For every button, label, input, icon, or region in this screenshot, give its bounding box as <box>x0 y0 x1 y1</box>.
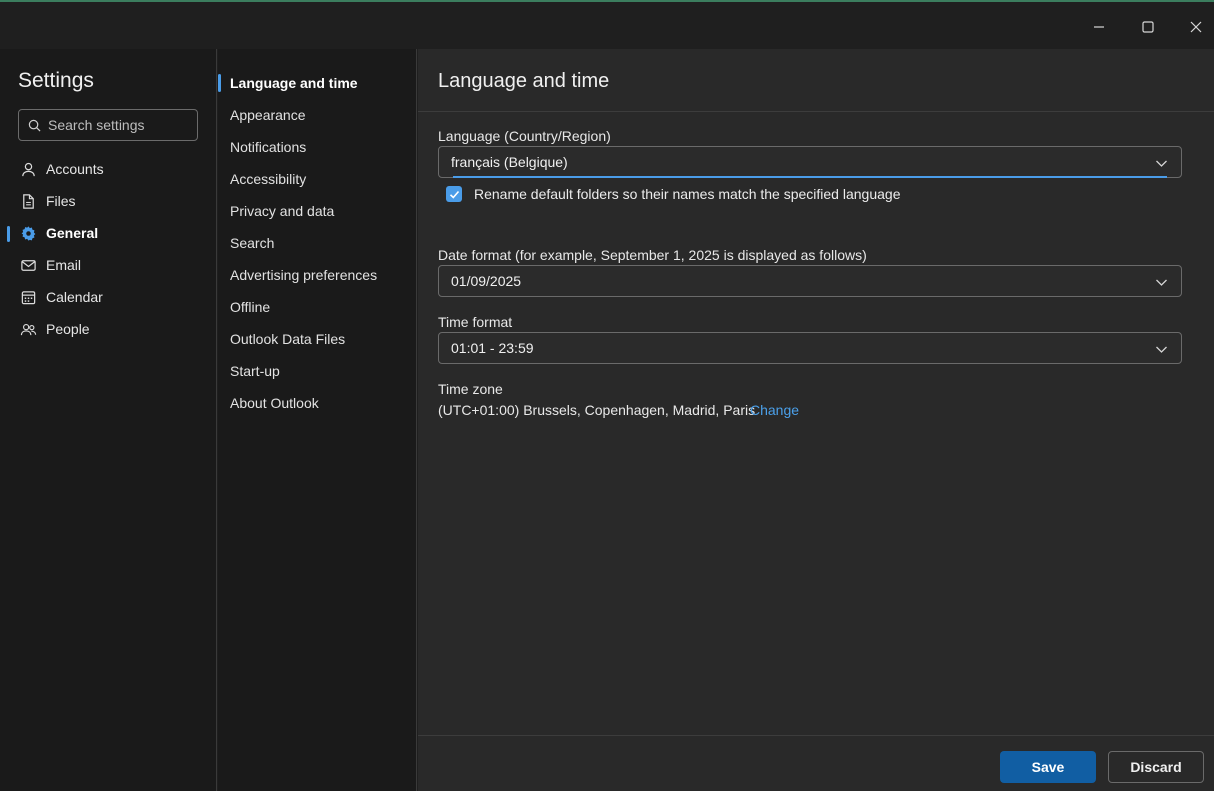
category-general[interactable]: General <box>0 219 217 247</box>
main-panel: Language and time Language (Country/Regi… <box>418 49 1214 791</box>
category-label: Email <box>46 257 82 273</box>
close-button[interactable] <box>1176 10 1214 44</box>
category-label: General <box>46 225 99 241</box>
time-zone-label: Time zone <box>438 381 503 397</box>
chevron-down-icon <box>1156 346 1167 353</box>
time-zone-value: (UTC+01:00) Brussels, Copenhagen, Madrid… <box>438 402 756 418</box>
language-label: Language (Country/Region) <box>438 128 611 144</box>
subnav-offline[interactable]: Offline <box>230 295 270 319</box>
category-label: Calendar <box>46 289 103 305</box>
mail-icon <box>19 256 37 274</box>
checkmark-icon <box>449 190 459 199</box>
category-accounts[interactable]: Accounts <box>0 155 217 183</box>
subnav-appearance[interactable]: Appearance <box>230 103 306 127</box>
general-subnav: Language and time Appearance Notificatio… <box>218 49 417 791</box>
category-people[interactable]: People <box>0 315 217 343</box>
date-format-dropdown[interactable]: 01/09/2025 <box>438 265 1182 297</box>
category-label: Accounts <box>46 161 104 177</box>
category-calendar[interactable]: Calendar <box>0 283 217 311</box>
file-icon <box>19 192 37 210</box>
search-box[interactable] <box>18 109 198 141</box>
person-icon <box>19 160 37 178</box>
subnav-notifications[interactable]: Notifications <box>230 135 306 159</box>
date-format-label: Date format (for example, September 1, 2… <box>438 247 867 263</box>
change-time-zone-link[interactable]: Change <box>750 402 799 418</box>
settings-title: Settings <box>18 69 94 92</box>
footer-bar: Save Discard <box>418 735 1214 791</box>
people-icon <box>19 320 37 338</box>
chevron-down-icon <box>1156 160 1167 167</box>
maximize-button[interactable] <box>1128 10 1168 44</box>
category-email[interactable]: Email <box>0 251 217 279</box>
calendar-icon <box>19 288 37 306</box>
subnav-accessibility[interactable]: Accessibility <box>230 167 306 191</box>
subnav-language-and-time[interactable]: Language and time <box>230 71 358 95</box>
time-format-dropdown[interactable]: 01:01 - 23:59 <box>438 332 1182 364</box>
main-header: Language and time <box>418 49 1214 112</box>
search-input[interactable] <box>48 117 188 133</box>
gear-icon <box>19 224 37 242</box>
subnav-outlook-data-files[interactable]: Outlook Data Files <box>230 327 345 351</box>
rename-folders-label: Rename default folders so their names ma… <box>474 186 901 202</box>
subnav-search[interactable]: Search <box>230 231 274 255</box>
active-indicator <box>218 74 221 92</box>
maximize-icon <box>1142 21 1154 33</box>
rename-folders-checkbox[interactable] <box>446 186 462 202</box>
discard-button[interactable]: Discard <box>1108 751 1204 783</box>
title-bar <box>0 0 1214 49</box>
chevron-down-icon <box>1156 279 1167 286</box>
close-icon <box>1190 21 1202 33</box>
language-dropdown[interactable]: français (Belgique) <box>438 146 1182 178</box>
date-format-value: 01/09/2025 <box>451 273 522 289</box>
subnav-privacy-and-data[interactable]: Privacy and data <box>230 199 334 223</box>
subnav-about-outlook[interactable]: About Outlook <box>230 391 319 415</box>
category-files[interactable]: Files <box>0 187 217 215</box>
search-icon <box>28 119 41 131</box>
subnav-advertising-preferences[interactable]: Advertising preferences <box>230 263 377 287</box>
subnav-start-up[interactable]: Start-up <box>230 359 280 383</box>
rename-folders-option: Rename default folders so their names ma… <box>446 186 900 202</box>
time-format-value: 01:01 - 23:59 <box>451 340 534 356</box>
settings-category-nav: Settings Accounts Files General Email Ca… <box>0 49 217 791</box>
minimize-icon <box>1094 26 1104 28</box>
category-label: Files <box>46 193 76 209</box>
category-label: People <box>46 321 90 337</box>
language-value: français (Belgique) <box>451 154 568 170</box>
minimize-button[interactable] <box>1079 10 1119 44</box>
page-title: Language and time <box>438 70 610 92</box>
time-format-label: Time format <box>438 314 513 330</box>
save-button[interactable]: Save <box>1000 751 1096 783</box>
